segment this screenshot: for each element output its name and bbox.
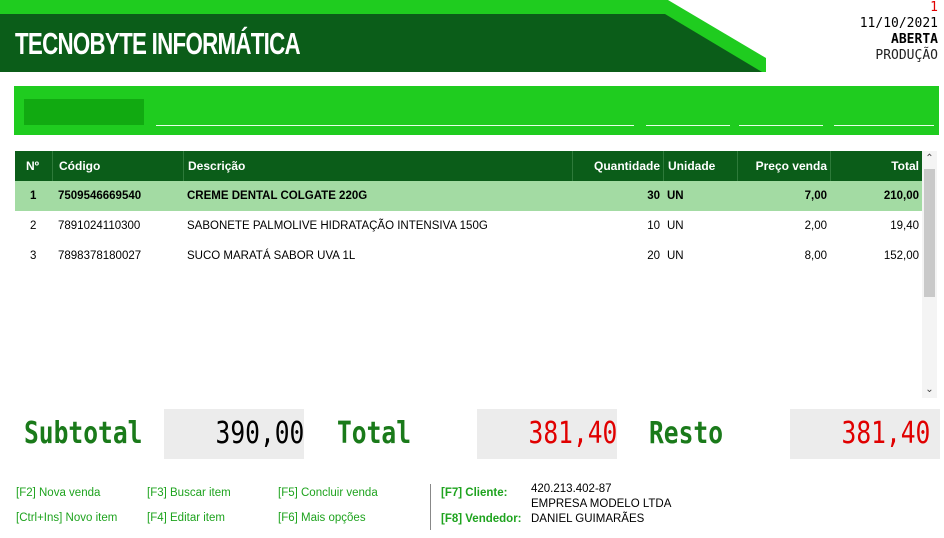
sale-info: 1 11/10/2021 ABERTA PRODUÇÃO <box>860 0 938 64</box>
quantity-field[interactable] <box>24 99 144 125</box>
cell-quantity: 20 <box>647 250 660 262</box>
cell-code: 7898378180027 <box>58 250 142 262</box>
cell-number: 3 <box>30 250 37 262</box>
total-label: Total <box>337 416 412 451</box>
cell-description: SABONETE PALMOLIVE HIDRATAÇÃO INTENSIVA … <box>187 220 488 232</box>
entry-field-3[interactable] <box>739 125 823 126</box>
new-item-shortcut[interactable]: [Ctrl+Ins] Novo item <box>16 512 117 524</box>
scroll-up-icon[interactable]: ⌃ <box>922 151 937 167</box>
col-total[interactable]: Total <box>830 151 922 181</box>
environment-label: PRODUÇÃO <box>875 48 938 63</box>
col-description[interactable]: Descrição <box>183 151 572 181</box>
item-entry-bar <box>14 86 939 135</box>
cell-unit: UN <box>667 190 684 202</box>
items-table: Nº Código Descrição Quantidade Unidade P… <box>15 151 937 398</box>
seller-shortcut[interactable]: [F8] Vendedor: <box>441 513 522 525</box>
scroll-down-icon[interactable]: ⌄ <box>922 382 937 398</box>
sale-status: ABERTA <box>891 32 938 47</box>
col-number[interactable]: Nº <box>15 151 52 181</box>
client-document: 420.213.402-87 <box>531 483 612 495</box>
client-name: EMPRESA MODELO LTDA <box>531 498 672 510</box>
table-row[interactable]: 3 7898378180027 SUCO MARATÁ SABOR UVA 1L… <box>15 241 922 271</box>
entry-field-2[interactable] <box>646 125 730 126</box>
seller-name: DANIEL GUIMARÃES <box>531 513 645 525</box>
subtotal-value: 390,00 <box>215 416 304 451</box>
cell-price: 2,00 <box>804 220 827 232</box>
cell-total: 19,40 <box>890 220 919 232</box>
cell-number: 2 <box>30 220 37 232</box>
cell-price: 8,00 <box>804 250 827 262</box>
col-unit[interactable]: Unidade <box>663 151 737 181</box>
footer-divider <box>430 484 431 530</box>
cell-quantity: 30 <box>647 190 660 202</box>
total-value: 381,40 <box>528 416 617 451</box>
cell-code: 7509546669540 <box>58 190 142 202</box>
brand-title: TECNOBYTE INFORMÁTICA <box>15 26 301 61</box>
finish-sale-shortcut[interactable]: [F5] Concluir venda <box>278 487 378 499</box>
cell-description: SUCO MARATÁ SABOR UVA 1L <box>187 250 356 262</box>
header-banner: TECNOBYTE INFORMÁTICA <box>0 0 944 72</box>
sale-number: 1 <box>930 0 938 15</box>
cell-quantity: 10 <box>647 220 660 232</box>
cell-description: CREME DENTAL COLGATE 220G <box>187 190 368 202</box>
cell-total: 210,00 <box>883 190 919 202</box>
vertical-scrollbar[interactable]: ⌃ ⌄ <box>922 151 937 398</box>
edit-item-shortcut[interactable]: [F4] Editar item <box>147 512 225 524</box>
cell-price: 7,00 <box>804 190 827 202</box>
cell-unit: UN <box>667 250 684 262</box>
col-code[interactable]: Código <box>52 151 183 181</box>
product-search-field[interactable] <box>156 125 634 126</box>
subtotal-label: Subtotal <box>24 416 143 451</box>
table-row[interactable]: 2 7891024110300 SABONETE PALMOLIVE HIDRA… <box>15 211 922 241</box>
sale-date: 11/10/2021 <box>859 16 938 31</box>
rest-label: Resto <box>649 416 724 451</box>
table-row[interactable]: 1 7509546669540 CREME DENTAL COLGATE 220… <box>15 181 922 211</box>
cell-code: 7891024110300 <box>58 220 141 232</box>
client-shortcut[interactable]: [F7] Cliente: <box>441 487 507 499</box>
entry-field-4[interactable] <box>834 125 934 126</box>
cell-total: 152,00 <box>883 250 919 262</box>
rest-value: 381,40 <box>841 416 930 451</box>
new-sale-shortcut[interactable]: [F2] Nova venda <box>16 487 100 499</box>
col-quantity[interactable]: Quantidade <box>572 151 663 181</box>
scroll-thumb[interactable] <box>924 169 935 297</box>
cell-number: 1 <box>30 190 37 202</box>
col-price[interactable]: Preço venda <box>737 151 830 181</box>
cell-unit: UN <box>667 220 684 232</box>
table-header: Nº Código Descrição Quantidade Unidade P… <box>15 151 922 181</box>
more-options-shortcut[interactable]: [F6] Mais opções <box>278 512 366 524</box>
search-item-shortcut[interactable]: [F3] Buscar item <box>147 487 231 499</box>
